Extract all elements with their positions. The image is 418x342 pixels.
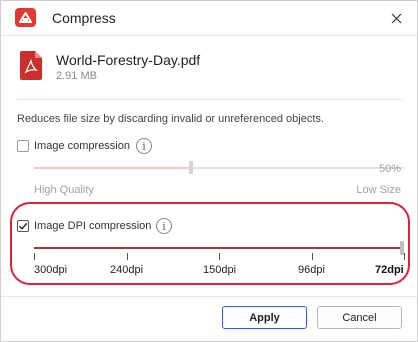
dpi-compression-checkbox[interactable] [17, 220, 29, 232]
file-name: World-Forestry-Day.pdf [56, 52, 201, 68]
image-compression-slider-fill [34, 167, 189, 169]
image-compression-checkbox[interactable] [17, 140, 29, 152]
image-compression-slider-thumb[interactable] [189, 161, 193, 174]
dialog-title: Compress [52, 10, 116, 26]
section-separator [17, 99, 403, 100]
dpi-tick [219, 253, 220, 260]
title-bar: Compress [1, 1, 417, 35]
close-icon [391, 13, 401, 23]
dpi-tick [404, 253, 405, 260]
dpi-compression-label: Image DPI compression [34, 220, 152, 232]
title-separator [1, 35, 417, 36]
high-quality-label: High Quality [34, 184, 94, 196]
dpi-option-96dpi[interactable]: 96dpi [298, 264, 325, 276]
dpi-option-72dpi[interactable]: 72dpi [375, 264, 404, 276]
info-icon[interactable]: i [136, 138, 152, 154]
dpi-option-300dpi[interactable]: 300dpi [34, 264, 67, 276]
dpi-tick [127, 253, 128, 260]
cancel-button[interactable]: Cancel [317, 306, 402, 329]
dpi-tick [34, 253, 35, 260]
description-text: Reduces file size by discarding invalid … [17, 113, 324, 125]
dpi-slider-track[interactable] [34, 247, 404, 249]
image-compression-value: 50% [378, 163, 401, 175]
dpi-tick [312, 253, 313, 260]
footer-separator [1, 296, 417, 297]
file-size: 2.91 MB [56, 70, 97, 82]
checkmark-icon [19, 222, 28, 230]
pdf-file-icon [20, 51, 42, 80]
close-button[interactable] [385, 7, 407, 29]
dpi-option-240dpi[interactable]: 240dpi [110, 264, 143, 276]
image-compression-label: Image compression [34, 140, 130, 152]
low-size-label: Low Size [356, 184, 401, 196]
info-icon[interactable]: i [156, 218, 172, 234]
compress-dialog: Compress World-Forestry-Day.pdf 2.91 MB … [0, 0, 418, 342]
dpi-option-150dpi[interactable]: 150dpi [203, 264, 236, 276]
apply-button[interactable]: Apply [222, 306, 307, 329]
app-logo-icon [15, 8, 36, 27]
